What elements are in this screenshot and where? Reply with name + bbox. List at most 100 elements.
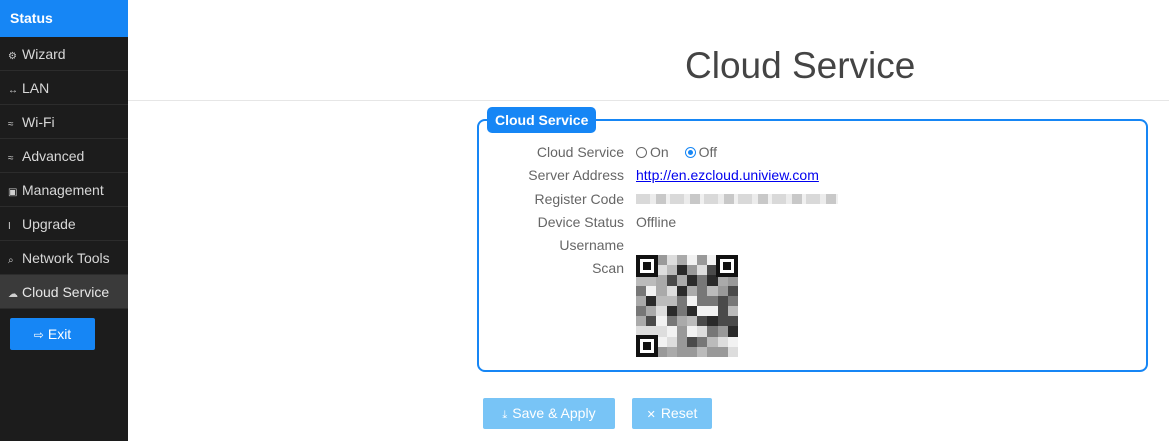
- device-status-value: Offline: [636, 214, 677, 230]
- qr-module: [646, 316, 657, 327]
- qr-module: [686, 326, 698, 337]
- qr-module: [646, 295, 657, 306]
- device-status-label: Device Status: [537, 214, 624, 230]
- qr-module: [666, 336, 677, 347]
- qr-module: [697, 275, 708, 286]
- sidebar-item-network-tools[interactable]: ⌕ Network Tools: [0, 241, 128, 275]
- register-code-redacted: [636, 194, 838, 204]
- logout-icon: ⇨: [33, 328, 44, 342]
- qr-module: [686, 305, 698, 317]
- radio-on[interactable]: On: [636, 142, 669, 162]
- qr-module: [656, 295, 667, 306]
- qr-module: [676, 265, 687, 276]
- sidebar-item-label: Management: [22, 182, 104, 198]
- gear-icon: ⚙: [8, 51, 17, 62]
- qr-module: [717, 305, 728, 317]
- qr-module: [697, 265, 708, 276]
- register-code-label: Register Code: [534, 191, 625, 207]
- qr-module: [697, 336, 708, 347]
- qr-module: [666, 305, 677, 317]
- save-apply-label: Save & Apply: [512, 405, 596, 421]
- cloud-service-radio-group: On Off: [636, 142, 729, 162]
- qr-module: [717, 316, 728, 327]
- wifi-icon: ≈: [8, 153, 14, 164]
- qr-module: [686, 265, 698, 276]
- qr-module: [707, 336, 718, 347]
- qr-module: [727, 336, 738, 347]
- reset-button[interactable]: ✕ Reset: [632, 398, 712, 429]
- qr-module: [676, 316, 687, 327]
- qr-module: [697, 326, 708, 337]
- qr-module: [646, 305, 657, 317]
- search-icon: ⌕: [8, 255, 14, 266]
- qr-module: [676, 255, 687, 266]
- lan-icon: ↔: [8, 85, 18, 96]
- sidebar-item-lan[interactable]: ↔ LAN: [0, 71, 128, 105]
- qr-module: [686, 316, 698, 327]
- qr-module: [636, 285, 647, 296]
- qr-module: [717, 336, 728, 347]
- qr-module: [717, 326, 728, 337]
- qr-finder-top-right: [716, 255, 738, 277]
- server-address-link[interactable]: http://en.ezcloud.uniview.com: [636, 167, 819, 183]
- qr-module: [636, 295, 647, 306]
- qr-module: [666, 295, 677, 306]
- server-address-value: http://en.ezcloud.uniview.com: [636, 165, 819, 185]
- qr-module: [666, 275, 677, 286]
- save-apply-button[interactable]: ⤓ Save & Apply: [483, 398, 615, 429]
- qr-module: [727, 346, 738, 357]
- sidebar-status-header[interactable]: Status: [0, 0, 128, 37]
- qr-module: [676, 285, 687, 296]
- sidebar-item-label: Cloud Service: [22, 284, 110, 300]
- sidebar-item-advanced[interactable]: ≈ Advanced: [0, 139, 128, 173]
- qr-module: [697, 346, 708, 357]
- exit-button-label: Exit: [47, 326, 72, 342]
- radio-off[interactable]: Off: [684, 142, 717, 162]
- cloud-icon: ☁: [8, 289, 18, 300]
- server-address-label: Server Address: [528, 167, 624, 183]
- qr-module: [707, 316, 718, 327]
- qr-module: [697, 316, 708, 327]
- cloud-service-label: Cloud Service: [536, 144, 624, 160]
- radio-off-circle[interactable]: [684, 147, 696, 158]
- exit-button[interactable]: ⇨ Exit: [10, 318, 95, 350]
- sidebar-item-wifi[interactable]: ≈ Wi-Fi: [0, 105, 128, 139]
- qr-module: [707, 305, 718, 317]
- qr-module: [666, 316, 677, 327]
- qr-module: [686, 275, 698, 286]
- qr-module: [686, 295, 698, 306]
- qr-module: [666, 255, 677, 266]
- qr-module: [727, 316, 738, 327]
- header-divider: [128, 100, 1169, 101]
- qr-module: [697, 295, 708, 306]
- sidebar-item-wizard[interactable]: ⚙ Wizard: [0, 37, 128, 71]
- qr-module: [676, 336, 687, 347]
- sidebar-item-management[interactable]: ▣ Management: [0, 173, 128, 207]
- sidebar-item-upgrade[interactable]: I Upgrade: [0, 207, 128, 241]
- qr-module: [727, 326, 738, 337]
- qr-module: [666, 346, 677, 357]
- qr-module: [707, 285, 718, 296]
- qr-module: [666, 265, 677, 276]
- radio-on-circle[interactable]: [636, 147, 647, 158]
- radio-off-label: Off: [698, 144, 717, 160]
- qr-module: [717, 295, 728, 306]
- qr-module: [717, 346, 728, 357]
- download-icon: ⤓: [502, 409, 508, 421]
- upgrade-icon: I: [8, 221, 11, 232]
- sidebar-item-label: Advanced: [22, 148, 85, 164]
- qr-module: [676, 305, 687, 317]
- qr-module: [666, 285, 677, 296]
- qr-module: [717, 285, 728, 296]
- panel-legend: Cloud Service: [487, 107, 597, 133]
- qr-module: [697, 255, 708, 266]
- qr-module: [676, 326, 687, 337]
- sidebar-item-cloud-service[interactable]: ☁ Cloud Service: [0, 275, 128, 309]
- qr-module: [727, 295, 738, 306]
- qr-code: [636, 255, 738, 357]
- sidebar-menu: ⚙ Wizard ↔ LAN ≈ Wi-Fi ≈ Advanced ▣ Managemen…: [0, 37, 128, 309]
- sidebar-item-label: Wizard: [22, 46, 66, 62]
- radio-on-label: On: [650, 144, 669, 160]
- qr-module: [656, 305, 667, 317]
- qr-module: [707, 346, 718, 357]
